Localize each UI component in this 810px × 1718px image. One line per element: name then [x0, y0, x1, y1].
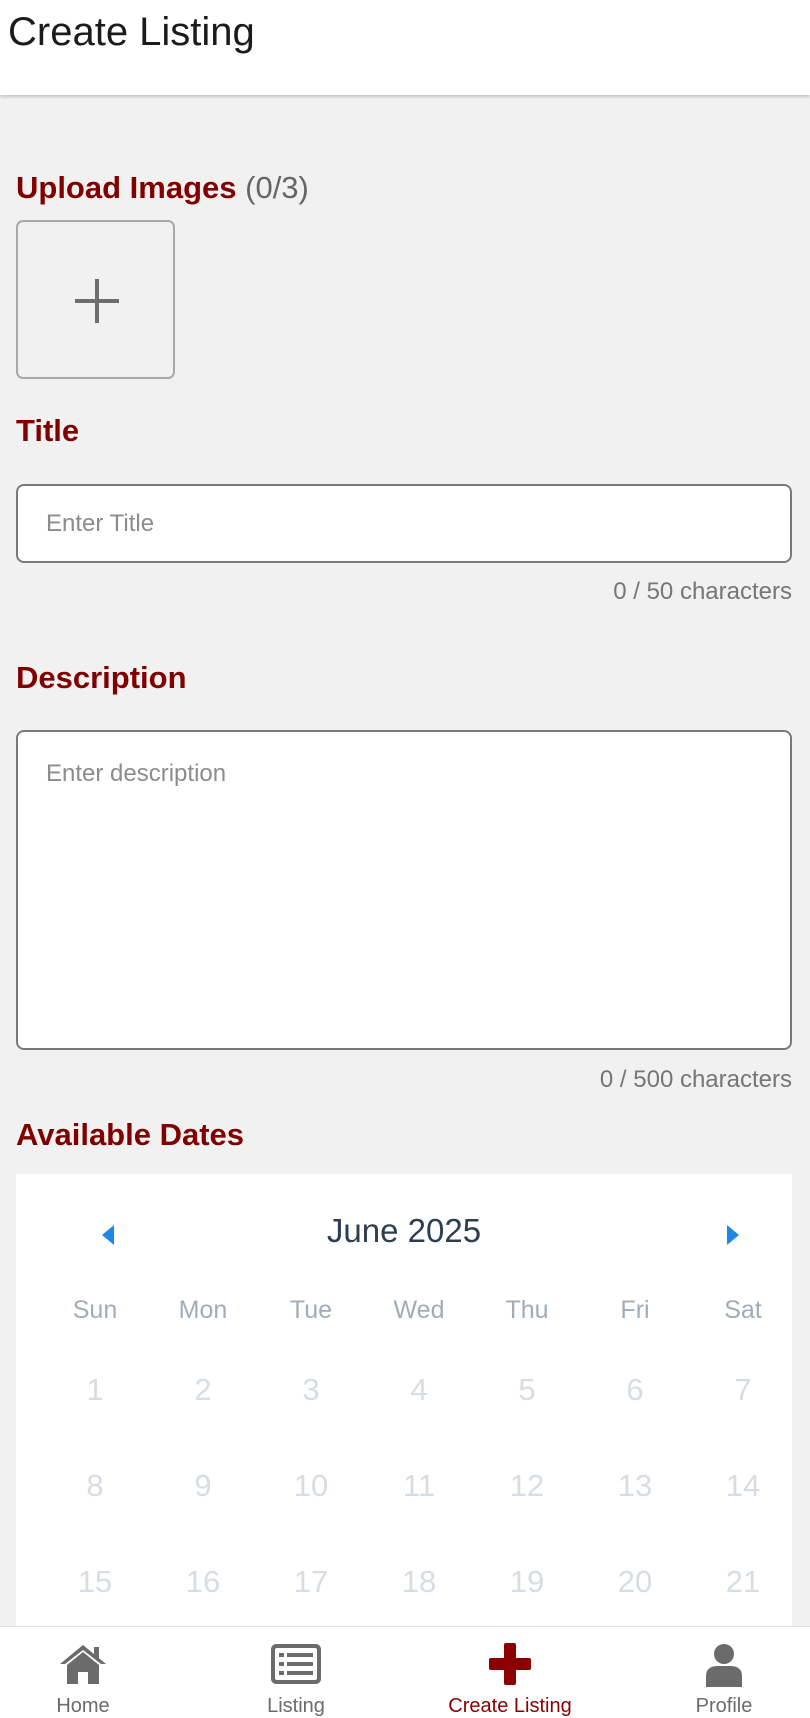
- calendar-day[interactable]: 8: [41, 1464, 149, 1508]
- upload-images-heading: Upload Images (0/3): [16, 170, 309, 206]
- title-input[interactable]: [16, 484, 792, 563]
- calendar-day[interactable]: 20: [581, 1560, 689, 1604]
- calendar-day[interactable]: 18: [365, 1560, 473, 1604]
- app-bar: Create Listing: [0, 0, 810, 95]
- nav-profile[interactable]: Profile: [623, 1627, 810, 1718]
- date-calendar: June 2025 Sun Mon Tue Wed Thu Fri Sat 1 2 3 4 5 6 7 8 9…: [16, 1174, 792, 1634]
- calendar-day[interactable]: 17: [257, 1560, 365, 1604]
- nav-home[interactable]: Home: [0, 1627, 184, 1718]
- weekday-label: Mon: [178, 1296, 228, 1324]
- weekday-label: Sun: [72, 1296, 118, 1324]
- calendar-day[interactable]: 3: [257, 1368, 365, 1412]
- weekday-label: Wed: [393, 1296, 445, 1324]
- calendar-day[interactable]: 14: [689, 1464, 792, 1508]
- title-label: Title: [16, 413, 80, 448]
- description-label: Description: [16, 660, 187, 695]
- add-image-button[interactable]: [16, 220, 175, 379]
- nav-create-listing-label: Create Listing: [448, 1695, 572, 1717]
- user-icon: [623, 1643, 810, 1689]
- calendar-day[interactable]: 12: [473, 1464, 581, 1508]
- calendar-day[interactable]: 5: [473, 1368, 581, 1412]
- description-input[interactable]: [16, 730, 792, 1050]
- nav-home-label: Home: [56, 1695, 110, 1717]
- nav-profile-label: Profile: [695, 1695, 753, 1717]
- list-icon: [195, 1643, 397, 1689]
- calendar-day[interactable]: 19: [473, 1560, 581, 1604]
- plus-icon: [409, 1643, 611, 1689]
- plus-icon: [75, 279, 119, 323]
- calendar-day[interactable]: 16: [149, 1560, 257, 1604]
- description-char-counter: 0 / 500 characters: [599, 1066, 792, 1093]
- nav-create-listing[interactable]: Create Listing: [409, 1627, 611, 1718]
- calendar-day[interactable]: 11: [365, 1464, 473, 1508]
- calendar-day[interactable]: 13: [581, 1464, 689, 1508]
- available-dates-label: Available Dates: [16, 1117, 245, 1152]
- calendar-day[interactable]: 9: [149, 1464, 257, 1508]
- calendar-day[interactable]: 10: [257, 1464, 365, 1508]
- upload-images-label: Upload Images: [16, 170, 237, 205]
- weekday-label: Sat: [724, 1296, 762, 1324]
- calendar-day[interactable]: 6: [581, 1368, 689, 1412]
- calendar-day[interactable]: 4: [365, 1368, 473, 1412]
- weekday-label: Tue: [289, 1296, 333, 1324]
- calendar-day[interactable]: 21: [689, 1560, 792, 1604]
- bottom-navigation: Home Listing Create Listing Profile: [0, 1626, 810, 1718]
- title-char-counter: 0 / 50 characters: [613, 578, 792, 605]
- page-title: Create Listing: [8, 10, 255, 54]
- calendar-day[interactable]: 2: [149, 1368, 257, 1412]
- nav-listing[interactable]: Listing: [195, 1627, 397, 1718]
- calendar-grid: Sun Mon Tue Wed Thu Fri Sat 1 2 3 4 5 6 7 8 9 10 11 12 13 14…: [16, 1174, 792, 1634]
- home-icon: [0, 1643, 184, 1689]
- upload-count: (0/3): [245, 170, 309, 205]
- weekday-label: Thu: [505, 1296, 549, 1324]
- calendar-day[interactable]: 1: [41, 1368, 149, 1412]
- weekday-label: Fri: [620, 1296, 650, 1324]
- calendar-day[interactable]: 7: [689, 1368, 792, 1412]
- nav-listing-label: Listing: [267, 1695, 325, 1717]
- calendar-day[interactable]: 15: [41, 1560, 149, 1604]
